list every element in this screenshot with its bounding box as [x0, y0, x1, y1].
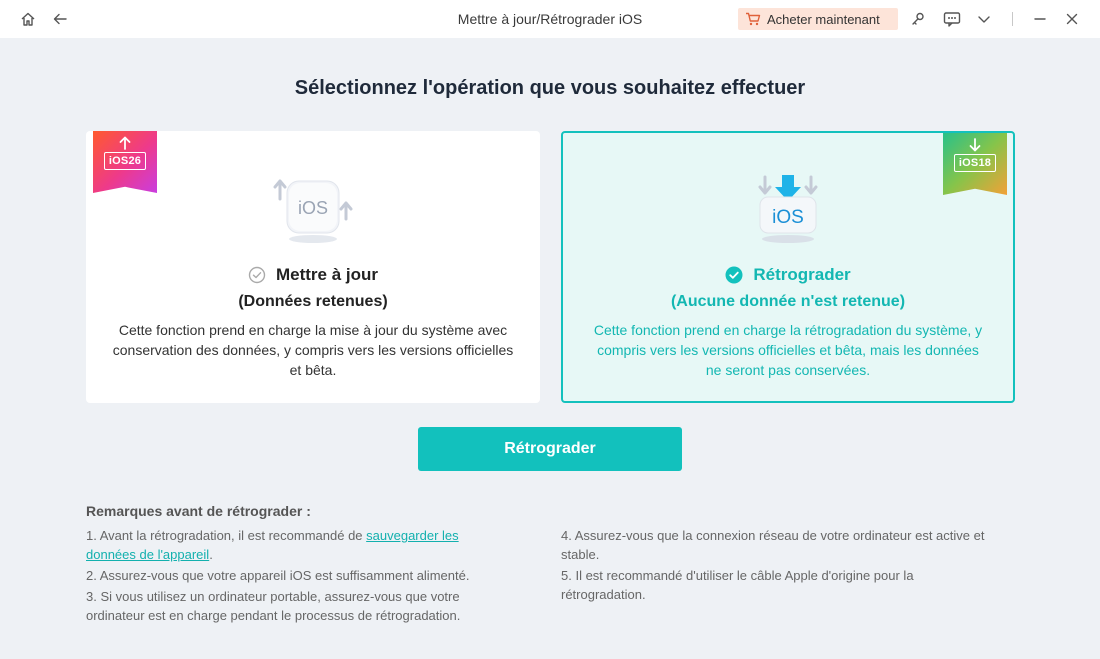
note-1: 1. Avant la rétrogradation, il est recom…	[86, 526, 506, 564]
cart-icon	[746, 12, 761, 26]
note-1-text: 1. Avant la rétrogradation, il est recom…	[86, 528, 367, 543]
update-title-row: Mettre à jour	[86, 265, 540, 285]
note-5: 5. Il est recommandé d'utiliser le câble…	[561, 568, 914, 602]
note-1-suffix: .	[209, 547, 213, 562]
downgrade-title: Rétrograder	[753, 265, 851, 284]
downgrade-button[interactable]: Rétrograder	[418, 427, 682, 471]
downgrade-description: Cette fonction prend en charge la rétrog…	[593, 322, 983, 378]
home-icon[interactable]	[18, 9, 38, 29]
download-arrow-icon	[969, 138, 981, 152]
ribbon-label: iOS26	[103, 152, 147, 170]
downgrade-option-card[interactable]: iOS18 iOS Rétrograder (Aucune donnée n'e…	[561, 131, 1015, 403]
back-arrow-icon[interactable]	[50, 9, 70, 29]
ios-update-illustration: iOS	[265, 173, 361, 254]
page-heading: Sélectionnez l'opération que vous souhai…	[294, 77, 806, 99]
update-description: Cette fonction prend en charge la mise à…	[112, 322, 514, 378]
update-title: Mettre à jour	[275, 265, 379, 284]
ios-downgrade-illustration: iOS	[748, 173, 828, 250]
chevron-down-icon[interactable]	[974, 9, 994, 29]
upload-arrow-icon	[119, 136, 131, 150]
feedback-icon[interactable]	[942, 9, 962, 29]
note-2: 2. Assurez-vous que votre appareil iOS e…	[86, 568, 470, 583]
svg-text:iOS: iOS	[298, 198, 328, 218]
update-option-card[interactable]: iOS26 iOS Mettre à jour (Données retenue…	[86, 131, 540, 403]
title-bar-divider	[1012, 12, 1013, 26]
key-icon[interactable]	[908, 9, 928, 29]
minimize-icon[interactable]	[1030, 9, 1050, 29]
unchecked-circle-icon	[248, 266, 266, 284]
close-icon[interactable]	[1062, 9, 1082, 29]
notes-title: Remarques avant de rétrograder :	[86, 503, 311, 519]
svg-text:iOS: iOS	[772, 207, 804, 228]
note-3: 3. Si vous utilisez un ordinateur portab…	[86, 589, 461, 623]
title-bar: Mettre à jour/Rétrograder iOS Acheter ma…	[0, 0, 1100, 38]
checked-circle-icon	[725, 266, 743, 284]
buy-now-button[interactable]: Acheter maintenant	[738, 8, 898, 30]
note-4: 4. Assurez-vous que la connexion réseau …	[561, 528, 985, 562]
update-subtitle: (Données retenues)	[238, 293, 388, 310]
downgrade-subtitle: (Aucune donnée n'est retenue)	[670, 293, 906, 310]
ios18-ribbon: iOS18	[943, 133, 1007, 195]
buy-now-label: Acheter maintenant	[767, 11, 880, 27]
window-title: Mettre à jour/Rétrograder iOS	[457, 11, 643, 27]
ios26-ribbon: iOS26	[93, 131, 157, 193]
ribbon-label: iOS18	[953, 154, 997, 172]
downgrade-title-row: Rétrograder	[563, 265, 1013, 285]
